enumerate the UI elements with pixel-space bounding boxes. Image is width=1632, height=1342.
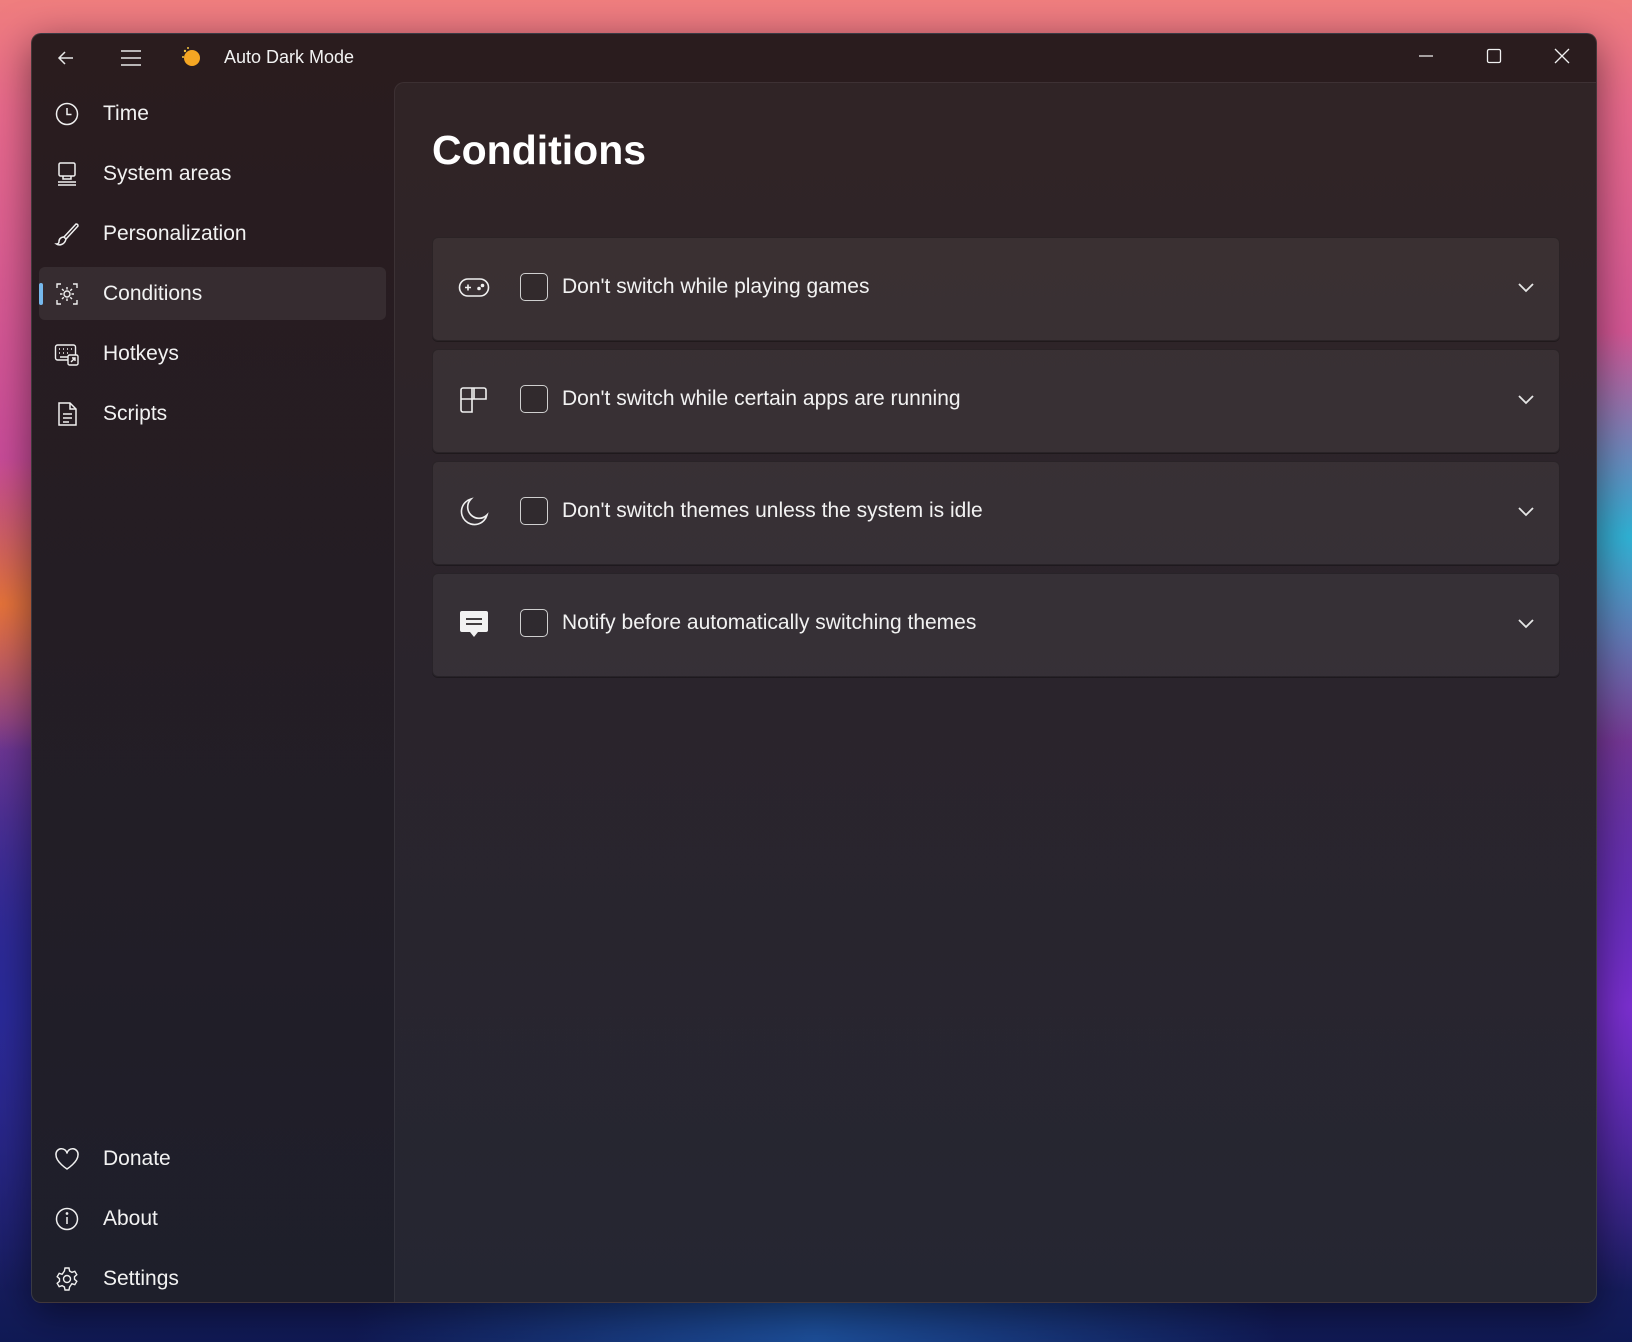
sidebar-item-hotkeys[interactable]: Hotkeys bbox=[39, 327, 386, 380]
close-icon bbox=[1554, 48, 1570, 64]
apps-checkbox[interactable] bbox=[520, 385, 548, 413]
card-label: Don't switch themes unless the system is… bbox=[562, 499, 983, 522]
navigation-sidebar: Time System areas Personalization Condit… bbox=[32, 82, 394, 1302]
info-icon bbox=[55, 1207, 79, 1231]
sidebar-item-label: System areas bbox=[103, 161, 232, 185]
close-button[interactable] bbox=[1528, 34, 1596, 78]
sidebar-item-label: Settings bbox=[103, 1266, 179, 1290]
sidebar-item-conditions[interactable]: Conditions bbox=[39, 267, 386, 320]
back-button[interactable] bbox=[44, 38, 88, 78]
gear-icon bbox=[56, 1267, 78, 1291]
sidebar-item-about[interactable]: About bbox=[39, 1192, 386, 1245]
sidebar-item-settings[interactable]: Settings bbox=[39, 1252, 386, 1302]
sidebar-item-system-areas[interactable]: System areas bbox=[39, 147, 386, 200]
minimize-button[interactable] bbox=[1392, 34, 1460, 78]
brush-icon bbox=[54, 223, 79, 246]
sidebar-item-scripts[interactable]: Scripts bbox=[39, 387, 386, 440]
caption-buttons bbox=[1392, 34, 1596, 78]
games-checkbox[interactable] bbox=[520, 273, 548, 301]
document-icon bbox=[58, 402, 77, 426]
sidebar-item-label: Donate bbox=[103, 1146, 171, 1170]
computer-icon bbox=[58, 162, 76, 186]
hamburger-menu-icon bbox=[121, 50, 141, 66]
sidebar-item-time[interactable]: Time bbox=[39, 87, 386, 140]
gamepad-icon bbox=[458, 278, 490, 297]
app-title: Auto Dark Mode bbox=[224, 47, 355, 67]
chevron-down-icon[interactable] bbox=[1513, 274, 1539, 300]
sidebar-item-label: Hotkeys bbox=[103, 341, 179, 365]
moon-icon bbox=[460, 497, 489, 526]
message-icon bbox=[460, 611, 488, 637]
chevron-down-icon[interactable] bbox=[1513, 610, 1539, 636]
page-title: Conditions bbox=[432, 127, 647, 173]
idle-checkbox[interactable] bbox=[520, 497, 548, 525]
condition-card-notify[interactable]: Notify before automatically switching th… bbox=[432, 573, 1560, 677]
chevron-down-icon[interactable] bbox=[1513, 386, 1539, 412]
auto-dark-mode-logo-icon bbox=[182, 47, 200, 66]
maximize-icon bbox=[1486, 48, 1502, 64]
selection-indicator bbox=[39, 283, 43, 305]
sidebar-item-label: Scripts bbox=[103, 401, 168, 425]
clock-icon bbox=[55, 102, 79, 126]
content-pane: Conditions Don't switch while playing ga… bbox=[394, 82, 1596, 1302]
card-label: Don't switch while playing games bbox=[562, 275, 870, 298]
title-bar: Auto Dark Mode bbox=[32, 34, 1596, 82]
keyboard-icon bbox=[54, 344, 79, 366]
notify-checkbox[interactable] bbox=[520, 609, 548, 637]
back-arrow-icon bbox=[57, 51, 73, 65]
apps-icon bbox=[460, 387, 487, 413]
heart-icon bbox=[55, 1147, 79, 1170]
card-label: Notify before automatically switching th… bbox=[562, 611, 977, 634]
sidebar-item-label: About bbox=[103, 1206, 158, 1230]
conditions-gear-icon bbox=[56, 283, 78, 305]
condition-card-apps[interactable]: Don't switch while certain apps are runn… bbox=[432, 349, 1560, 453]
app-window: Auto Dark Mode Time System areas Persona… bbox=[31, 33, 1597, 1303]
condition-card-games[interactable]: Don't switch while playing games bbox=[432, 237, 1560, 341]
minimize-icon bbox=[1419, 55, 1433, 57]
maximize-button[interactable] bbox=[1460, 34, 1528, 78]
chevron-down-icon[interactable] bbox=[1513, 498, 1539, 524]
condition-card-idle[interactable]: Don't switch themes unless the system is… bbox=[432, 461, 1560, 565]
sidebar-item-label: Time bbox=[103, 101, 149, 125]
menu-button[interactable] bbox=[109, 38, 153, 78]
sidebar-item-donate[interactable]: Donate bbox=[39, 1132, 386, 1185]
sidebar-item-label: Conditions bbox=[103, 281, 203, 305]
sidebar-item-personalization[interactable]: Personalization bbox=[39, 207, 386, 260]
sidebar-item-label: Personalization bbox=[103, 221, 247, 245]
card-label: Don't switch while certain apps are runn… bbox=[562, 387, 961, 410]
